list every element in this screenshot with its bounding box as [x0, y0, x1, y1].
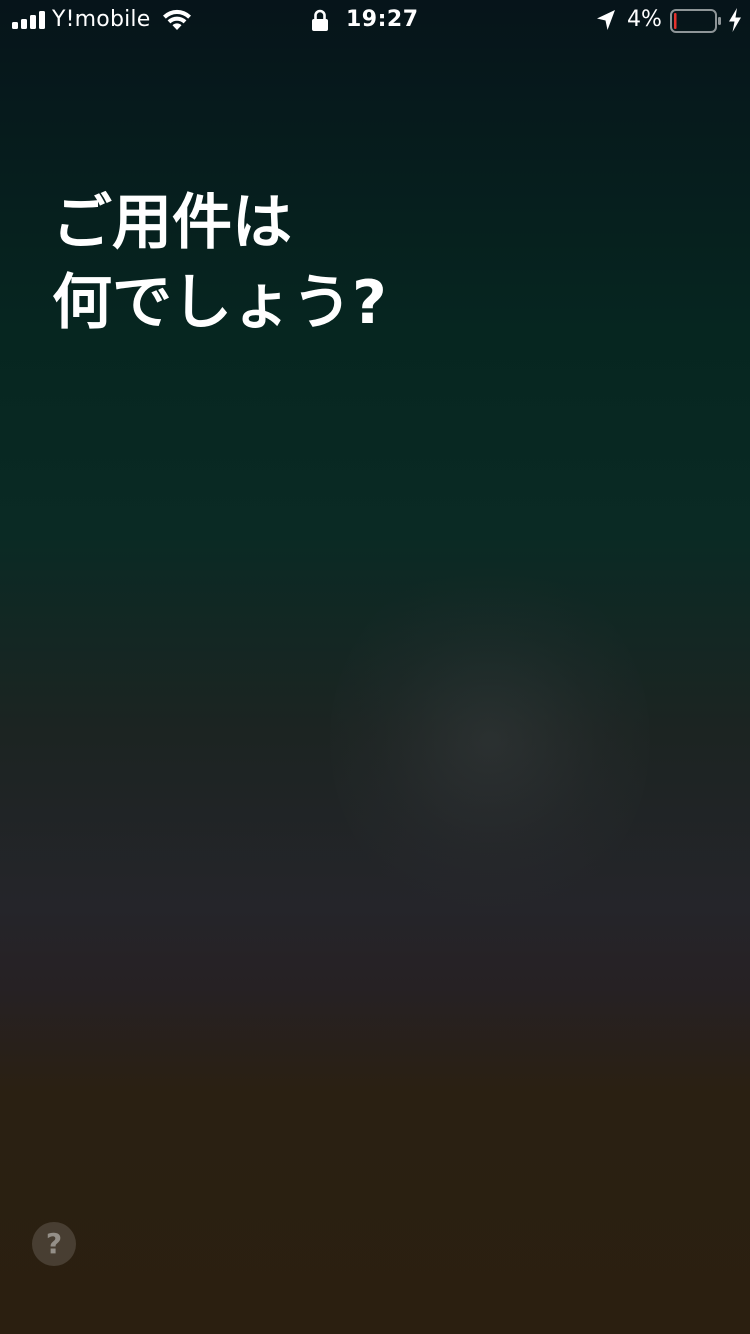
lock-icon — [312, 9, 328, 31]
siri-background-glow — [330, 560, 650, 920]
carrier-name: Y!mobile — [52, 7, 151, 32]
battery-icon — [670, 9, 721, 33]
help-button[interactable]: ? — [32, 1222, 76, 1266]
charging-bolt-icon — [729, 8, 741, 32]
siri-prompt-line-2: 何でしょう? — [52, 268, 387, 338]
siri-prompt: ご用件は 何でしょう? — [52, 183, 672, 343]
signal-icon — [12, 11, 45, 29]
wifi-icon — [163, 9, 191, 30]
battery-percent: 4% — [627, 7, 662, 32]
siri-prompt-line-1: ご用件は — [52, 188, 292, 258]
status-bar: Y!mobile 19:27 4% — [0, 0, 750, 40]
status-time: 19:27 — [346, 7, 419, 32]
location-icon — [597, 10, 615, 30]
